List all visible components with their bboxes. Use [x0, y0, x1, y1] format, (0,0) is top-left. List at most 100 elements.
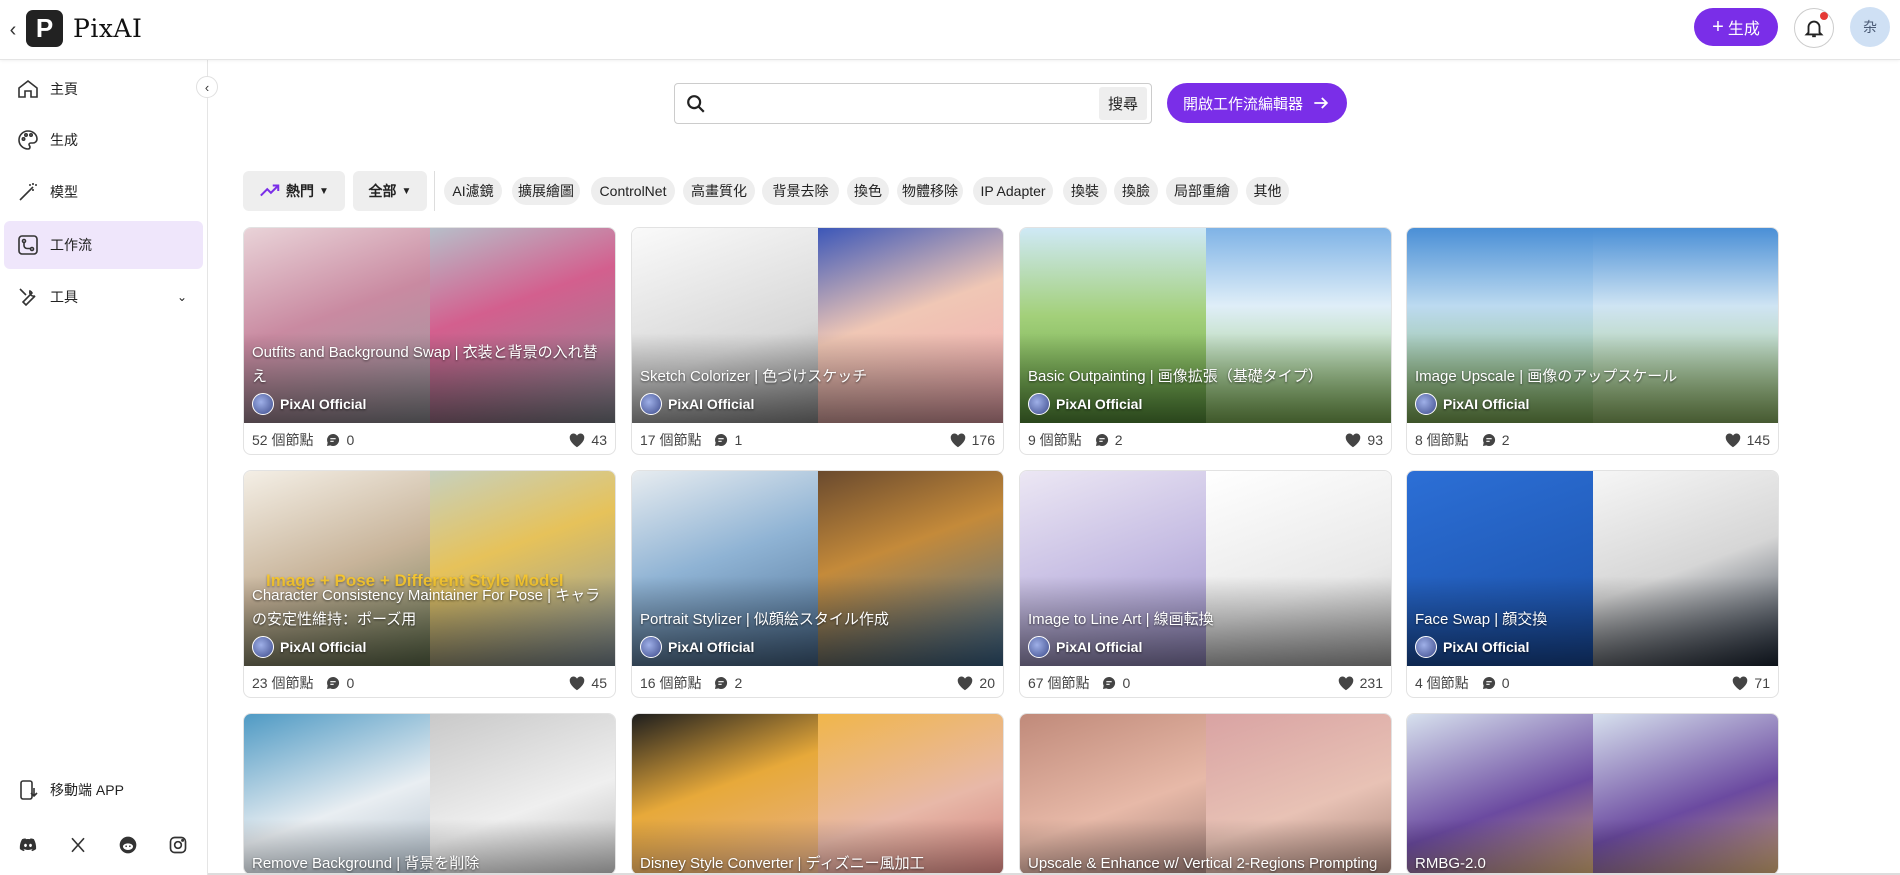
workflow-title: Image to Line Art | 線画転換: [1028, 611, 1214, 628]
like-button[interactable]: 231: [1337, 675, 1383, 691]
workflow-title: Basic Outpainting | 画像拡張（基礎タイプ）: [1028, 368, 1323, 385]
like-button[interactable]: 43: [568, 432, 607, 448]
workflow-card[interactable]: Sketch Colorizer | 色づけスケッチ PixAI Official…: [631, 227, 1004, 455]
x-link[interactable]: [58, 825, 98, 865]
comment-icon: [1103, 676, 1116, 689]
sidebar-item-workflow[interactable]: 工作流: [4, 221, 203, 269]
workflow-author[interactable]: PixAI Official: [1028, 636, 1142, 658]
chevron-down-icon: ⌄: [176, 290, 187, 304]
filter-chip[interactable]: 高畫質化: [683, 177, 755, 205]
sidebar-item-label: 工具: [50, 289, 78, 305]
filter-chip[interactable]: 物體移除: [897, 177, 963, 205]
workflow-stats: 9 個節點 2 93: [1020, 423, 1391, 454]
workflow-author[interactable]: PixAI Official: [252, 393, 366, 415]
filter-chip[interactable]: 其他: [1246, 177, 1289, 205]
workflow-card[interactable]: Outfits and Background Swap | 衣装と背景の入れ替え…: [243, 227, 616, 455]
logo[interactable]: P PixAI: [26, 10, 142, 47]
filter-chip[interactable]: ControlNet: [591, 177, 675, 205]
author-name: PixAI Official: [280, 396, 367, 412]
back-button[interactable]: ‹: [4, 17, 22, 43]
like-count: 176: [971, 431, 995, 448]
workflow-thumbnail: Upscale & Enhance w/ Vertical 2-Regions …: [1020, 714, 1391, 874]
filter-chip[interactable]: 換裝: [1063, 177, 1107, 205]
author-name: PixAI Official: [1443, 639, 1530, 655]
avatar[interactable]: 杂: [1850, 7, 1890, 47]
workflow-stats: 67 個節點 0 231: [1020, 666, 1391, 697]
like-button[interactable]: 71: [1731, 675, 1770, 691]
like-button[interactable]: 145: [1724, 432, 1770, 448]
filter-chip[interactable]: 背景去除: [762, 177, 839, 205]
notifications-button[interactable]: [1794, 8, 1834, 48]
sidebar-item-tools[interactable]: 工具 ⌄: [4, 273, 203, 321]
sort-dropdown[interactable]: 熱門 ▼: [243, 171, 345, 211]
open-workflow-editor-button[interactable]: 開啟工作流編輯器: [1167, 83, 1347, 123]
comment-count: 1: [734, 431, 743, 448]
like-button[interactable]: 20: [956, 675, 995, 691]
sidebar-collapse-button[interactable]: ‹: [196, 76, 218, 98]
workflow-card[interactable]: Upscale & Enhance w/ Vertical 2-Regions …: [1019, 713, 1392, 875]
comment-count: 2: [734, 674, 743, 691]
workflow-card[interactable]: Disney Style Converter | ディズニー風加工: [631, 713, 1004, 875]
instagram-link[interactable]: [158, 825, 198, 865]
search-input[interactable]: [717, 89, 1067, 119]
trending-icon: [260, 184, 280, 197]
heart-icon: [570, 433, 585, 447]
workflow-stats: 52 個節點 0 43: [244, 423, 615, 454]
comment-count: 0: [346, 674, 355, 691]
open-workflow-editor-label: 開啟工作流編輯器: [1182, 95, 1303, 113]
discord-link[interactable]: [8, 825, 48, 865]
author-name: PixAI Official: [668, 396, 755, 412]
filter-chip[interactable]: 擴展繪圖: [512, 177, 580, 205]
like-count: 43: [591, 431, 607, 448]
scope-dropdown[interactable]: 全部 ▼: [353, 171, 427, 211]
workflow-card[interactable]: Image to Line Art | 線画転換 PixAI Official 67…: [1019, 470, 1392, 698]
like-count: 45: [591, 674, 607, 691]
workflow-card[interactable]: Portrait Stylizer | 似顔絵スタイル作成 PixAI Offic…: [631, 470, 1004, 698]
workflow-card[interactable]: Image Upscale | 画像のアップスケール PixAI Official…: [1406, 227, 1779, 455]
x-icon: [71, 837, 85, 853]
mobile-download-icon: [20, 780, 38, 800]
heart-icon: [570, 676, 585, 690]
heart-icon: [1725, 433, 1740, 447]
filter-chip[interactable]: AI濾鏡: [444, 177, 502, 205]
mobile-app-label: 移動端 APP: [50, 782, 124, 798]
workflow-title: RMBG-2.0: [1415, 855, 1486, 872]
workflow-icon: [18, 235, 38, 255]
sidebar-item-generate[interactable]: 生成: [4, 116, 203, 164]
generate-button[interactable]: + 生成: [1694, 8, 1778, 46]
comment-icon: [1482, 433, 1495, 446]
sort-label: 熱門: [286, 183, 315, 199]
workflow-author[interactable]: PixAI Official: [1028, 393, 1142, 415]
filter-chip[interactable]: IP Adapter: [973, 177, 1053, 205]
mobile-app-link[interactable]: 移動端 APP: [4, 766, 203, 814]
magic-wand-icon: [19, 183, 37, 201]
sidebar-item-home[interactable]: 主頁: [4, 65, 203, 113]
workflow-card[interactable]: RMBG-2.0: [1406, 713, 1779, 875]
workflow-author[interactable]: PixAI Official: [1415, 636, 1529, 658]
workflow-author[interactable]: PixAI Official: [252, 636, 366, 658]
workflow-title: Face Swap | 顔交換: [1415, 611, 1548, 628]
comment-count: 2: [1114, 431, 1123, 448]
workflow-author[interactable]: PixAI Official: [1415, 393, 1529, 415]
reddit-link[interactable]: [108, 825, 148, 865]
search-button[interactable]: 搜尋: [1099, 87, 1147, 120]
like-button[interactable]: 45: [568, 675, 607, 691]
workflow-author[interactable]: PixAI Official: [640, 636, 754, 658]
sidebar-item-models[interactable]: 模型: [4, 168, 203, 216]
like-button[interactable]: 176: [949, 432, 995, 448]
sidebar-item-label: 模型: [50, 184, 78, 200]
workflow-card[interactable]: Remove Background | 背景を削除: [243, 713, 616, 875]
workflow-card[interactable]: Face Swap | 顔交換 PixAI Official 4 個節點 0 71: [1406, 470, 1779, 698]
filter-chip[interactable]: 換色: [847, 177, 889, 205]
filter-chip[interactable]: 換臉: [1114, 177, 1158, 205]
workflow-thumbnail: Portrait Stylizer | 似顔絵スタイル作成 PixAI Offic…: [632, 471, 1003, 666]
workflow-author[interactable]: PixAI Official: [640, 393, 754, 415]
filter-chip[interactable]: 局部重繪: [1166, 177, 1238, 205]
heart-icon: [1338, 676, 1353, 690]
like-button[interactable]: 93: [1344, 432, 1383, 448]
node-count: 67 個節點: [1028, 674, 1090, 691]
author-avatar: [1028, 636, 1050, 658]
workflow-card[interactable]: Image + Pose + Different Style ModelChar…: [243, 470, 616, 698]
workflow-card[interactable]: Basic Outpainting | 画像拡張（基礎タイプ） PixAI Off…: [1019, 227, 1392, 455]
comment-icon: [1482, 676, 1495, 689]
